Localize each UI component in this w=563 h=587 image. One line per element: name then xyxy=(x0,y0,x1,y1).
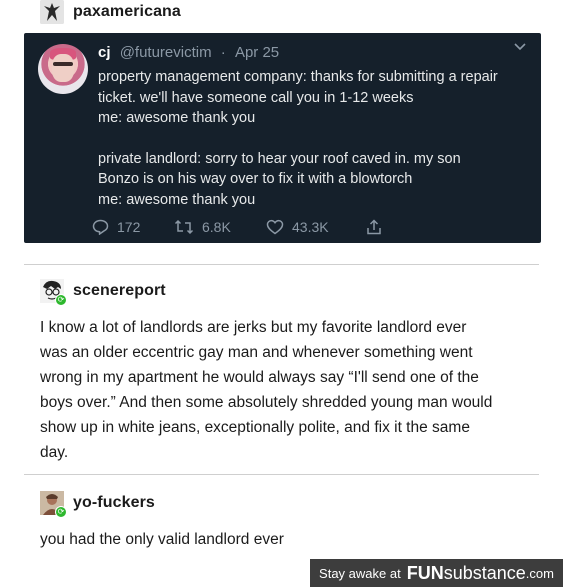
watermark-brand: FUNsubstance xyxy=(407,563,526,584)
post-header-yo-fuckers: ⟳ yo-fuckers xyxy=(40,491,155,518)
watermark-text: Stay awake at xyxy=(319,565,401,581)
heart-icon xyxy=(266,219,284,235)
username[interactable]: scenereport xyxy=(73,282,166,300)
tweet-line: me: awesome thank you xyxy=(98,191,256,208)
body-line: I know a lot of landlords are jerks but … xyxy=(40,319,467,336)
reply-icon xyxy=(92,219,109,235)
chevron-down-icon[interactable] xyxy=(513,41,527,55)
like-count: 43.3K xyxy=(292,219,329,235)
avatar-yo-fuckers[interactable]: ⟳ xyxy=(40,491,67,518)
like-action[interactable]: 43.3K xyxy=(266,219,366,235)
tweet-line: me: awesome thank you xyxy=(98,110,256,126)
share-icon xyxy=(367,219,381,235)
tweet-separator: · xyxy=(220,44,226,61)
tweet-author-name[interactable]: cj xyxy=(98,44,111,61)
retweet-count: 6.8K xyxy=(202,219,231,235)
tweet-handle[interactable]: @futurevictim xyxy=(120,44,212,61)
tweet-text: property management company: thanks for … xyxy=(98,67,528,210)
reply-count: 172 xyxy=(117,219,141,235)
avatar-scenereport[interactable]: ⟳ xyxy=(40,279,67,306)
retweet-icon xyxy=(174,219,194,235)
reply-action[interactable]: 172 xyxy=(92,219,174,235)
post-header-paxamericana: paxamericana xyxy=(40,0,181,24)
tweet-line: property management company: thanks for … xyxy=(98,69,498,85)
body-line: wrong in my apartment he would always sa… xyxy=(40,369,479,386)
retweet-action[interactable]: 6.8K xyxy=(174,219,266,235)
tweet-meta: cj @futurevictim · Apr 25 xyxy=(98,44,279,61)
post-header-scenereport: ⟳ scenereport xyxy=(40,279,166,306)
figure-icon xyxy=(40,0,64,24)
body-line: was an older eccentric gay man and whene… xyxy=(40,344,473,361)
watermark-tld: .com xyxy=(525,565,554,581)
tweet-line: ticket. we'll have someone call you in 1… xyxy=(98,89,414,106)
body-line: boys over.” And then some absolutely shr… xyxy=(40,394,493,411)
tweet-line: private landlord: sorry to hear your roo… xyxy=(98,150,461,167)
post-body: you had the only valid landlord ever xyxy=(40,527,540,552)
tweet-actions: 172 6.8K 43.3K xyxy=(92,219,390,235)
post-divider xyxy=(24,264,539,265)
tweet-date[interactable]: Apr 25 xyxy=(235,44,279,61)
share-action[interactable] xyxy=(366,219,390,235)
username[interactable]: yo-fuckers xyxy=(73,494,155,512)
tweet-line: Bonzo is on his way over to fix it with … xyxy=(98,171,413,187)
body-line: day. xyxy=(40,444,69,461)
watermark-banner: Stay awake at FUNsubstance .com xyxy=(310,559,563,587)
embedded-tweet: cj @futurevictim · Apr 25 property manag… xyxy=(24,33,541,243)
tweet-avatar[interactable] xyxy=(38,44,88,94)
reblog-icon: ⟳ xyxy=(55,506,67,518)
username[interactable]: paxamericana xyxy=(73,3,181,21)
post-divider xyxy=(24,474,539,475)
watermark-brand-bold: FUN xyxy=(406,562,444,583)
body-line: show up in white jeans, exceptionally po… xyxy=(40,419,470,436)
post-body: I know a lot of landlords are jerks but … xyxy=(40,315,540,465)
body-line: you had the only valid landlord ever xyxy=(40,531,284,548)
avatar-paxamericana[interactable] xyxy=(40,0,64,24)
reblog-icon: ⟳ xyxy=(55,294,67,306)
watermark-brand-rest: substance xyxy=(443,562,526,583)
